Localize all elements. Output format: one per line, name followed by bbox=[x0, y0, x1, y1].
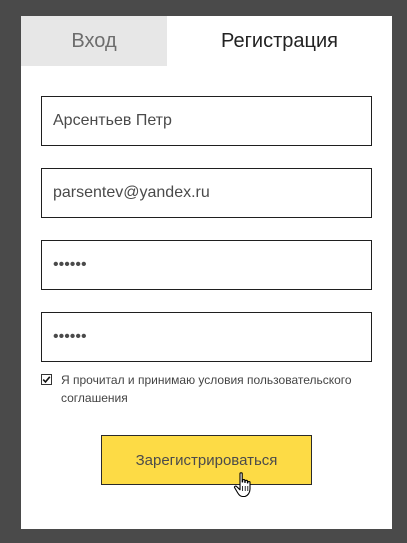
registration-card: Вход Регистрация Я прочитал и принимаю у… bbox=[21, 16, 392, 529]
agreement-checkbox[interactable] bbox=[41, 374, 52, 385]
check-icon bbox=[42, 376, 51, 384]
register-button[interactable]: Зарегистрироваться bbox=[101, 435, 312, 485]
email-input[interactable] bbox=[41, 168, 372, 218]
password-input[interactable] bbox=[41, 240, 372, 290]
tab-login[interactable]: Вход bbox=[21, 16, 167, 66]
tab-register[interactable]: Регистрация bbox=[167, 16, 392, 66]
hand-pointer-cursor-icon bbox=[233, 472, 251, 498]
name-input[interactable] bbox=[41, 96, 372, 146]
agreement-label: Я прочитал и принимаю условия пользовате… bbox=[61, 373, 352, 405]
password-confirm-input[interactable] bbox=[41, 312, 372, 362]
auth-tabs: Вход Регистрация bbox=[21, 16, 392, 66]
